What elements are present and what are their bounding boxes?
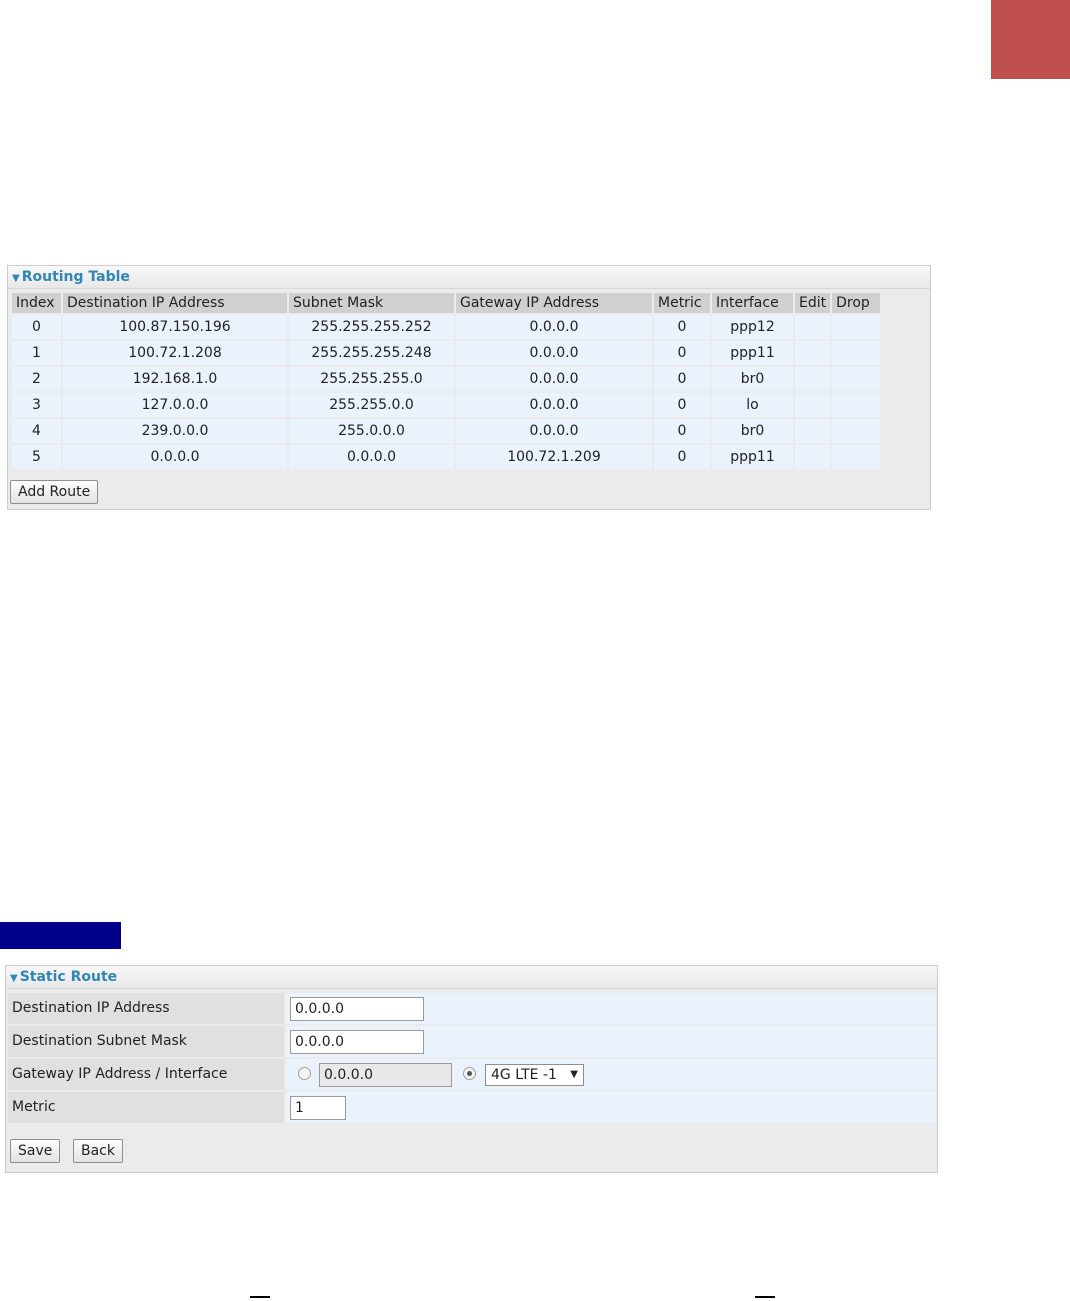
dest-mask-input[interactable]: 0.0.0.0 [290, 1030, 424, 1054]
cell-subnet-mask: 255.255.255.252 [289, 315, 454, 339]
cell-gateway-ip: 0.0.0.0 [456, 419, 652, 443]
static-route-header[interactable]: ▼ Static Route [6, 966, 937, 989]
table-row: 4 239.0.0.0 255.0.0.0 0.0.0.0 0 br0 [12, 419, 881, 443]
cell-destination-ip: 100.72.1.208 [63, 341, 287, 365]
metric-row: Metric 1 [8, 1092, 936, 1123]
table-row: 2 192.168.1.0 255.255.255.0 0.0.0.0 0 br0 [12, 367, 881, 391]
metric-input[interactable]: 1 [290, 1096, 346, 1120]
static-route-title: Static Route [19, 969, 118, 985]
gateway-ip-input[interactable]: 0.0.0.0 [319, 1063, 452, 1087]
static-route-footer: Save Back [6, 1127, 937, 1172]
cell-gateway-ip: 0.0.0.0 [456, 315, 652, 339]
cell-index: 2 [12, 367, 61, 391]
column-header-drop: Drop [832, 293, 881, 313]
column-header-index: Index [12, 293, 61, 313]
cell-metric: 0 [654, 419, 710, 443]
cell-destination-ip: 100.87.150.196 [63, 315, 287, 339]
column-header-metric: Metric [654, 293, 710, 313]
routing-table-footer: Add Route [8, 462, 930, 509]
cell-gateway-ip: 0.0.0.0 [456, 393, 652, 417]
gateway-label: Gateway IP Address / Interface [8, 1059, 284, 1090]
cell-edit[interactable] [795, 393, 831, 417]
gateway-ip-radio[interactable] [298, 1067, 311, 1080]
routing-table-panel: ▼ Routing Table Index Destination IP Addre… [7, 265, 931, 510]
cell-destination-ip: 127.0.0.0 [63, 393, 287, 417]
cell-interface: ppp11 [712, 341, 793, 365]
cell-metric: 0 [654, 341, 710, 365]
dest-ip-row: Destination IP Address 0.0.0.0 [8, 993, 936, 1024]
dest-mask-label: Destination Subnet Mask [8, 1026, 284, 1057]
save-button[interactable]: Save [10, 1139, 61, 1163]
column-header-interface: Interface [712, 293, 793, 313]
collapse-triangle-icon: ▼ [10, 973, 18, 984]
cell-drop[interactable] [832, 315, 881, 339]
column-header-destination-ip: Destination IP Address [63, 293, 287, 313]
cell-subnet-mask: 255.255.255.248 [289, 341, 454, 365]
column-header-edit: Edit [795, 293, 831, 313]
cell-index: 0 [12, 315, 61, 339]
table-row: 1 100.72.1.208 255.255.255.248 0.0.0.0 0 ppp1… [12, 341, 881, 365]
cell-interface: lo [712, 393, 793, 417]
dest-ip-input[interactable]: 0.0.0.0 [290, 997, 424, 1021]
routing-table: Index Destination IP Address Subnet Mask Ga… [10, 291, 882, 471]
cell-metric: 0 [654, 315, 710, 339]
cell-metric: 0 [654, 393, 710, 417]
corner-color-block [991, 0, 1070, 79]
cell-interface: br0 [712, 419, 793, 443]
chevron-down-icon: ▼ [570, 1069, 578, 1080]
footer-mark-right [755, 1296, 775, 1298]
dest-ip-label: Destination IP Address [8, 993, 284, 1024]
footer-mark-left [250, 1296, 270, 1298]
back-button[interactable]: Back [73, 1139, 123, 1163]
interface-select[interactable]: 4G LTE -1 ▼ [485, 1064, 584, 1086]
cell-interface: ppp12 [712, 315, 793, 339]
gateway-row: Gateway IP Address / Interface 0.0.0.0 4… [8, 1059, 936, 1090]
cell-drop[interactable] [832, 367, 881, 391]
cell-subnet-mask: 255.0.0.0 [289, 419, 454, 443]
interface-radio[interactable] [463, 1067, 476, 1080]
cell-drop[interactable] [832, 393, 881, 417]
cell-edit[interactable] [795, 419, 831, 443]
static-route-panel: ▼ Static Route Destination IP Address 0.0… [5, 965, 938, 1173]
cell-index: 4 [12, 419, 61, 443]
cell-metric: 0 [654, 367, 710, 391]
cell-drop[interactable] [832, 419, 881, 443]
cell-destination-ip: 239.0.0.0 [63, 419, 287, 443]
cell-edit[interactable] [795, 367, 831, 391]
section-highlight-bar [0, 922, 121, 949]
cell-edit[interactable] [795, 315, 831, 339]
cell-destination-ip: 192.168.1.0 [63, 367, 287, 391]
cell-drop[interactable] [832, 341, 881, 365]
cell-gateway-ip: 0.0.0.0 [456, 341, 652, 365]
cell-interface: br0 [712, 367, 793, 391]
dest-mask-row: Destination Subnet Mask 0.0.0.0 [8, 1026, 936, 1057]
collapse-triangle-icon: ▼ [12, 273, 20, 284]
cell-index: 3 [12, 393, 61, 417]
metric-label: Metric [8, 1092, 284, 1123]
add-route-button[interactable]: Add Route [10, 480, 99, 504]
routing-table-header[interactable]: ▼ Routing Table [8, 266, 930, 289]
cell-subnet-mask: 255.255.255.0 [289, 367, 454, 391]
cell-gateway-ip: 0.0.0.0 [456, 367, 652, 391]
interface-select-value: 4G LTE -1 [491, 1067, 557, 1083]
cell-index: 1 [12, 341, 61, 365]
routing-table-title: Routing Table [21, 269, 130, 285]
column-header-gateway-ip: Gateway IP Address [456, 293, 652, 313]
table-row: 3 127.0.0.0 255.255.0.0 0.0.0.0 0 lo [12, 393, 881, 417]
cell-subnet-mask: 255.255.0.0 [289, 393, 454, 417]
table-header-row: Index Destination IP Address Subnet Mask Ga… [12, 293, 881, 313]
column-header-subnet-mask: Subnet Mask [289, 293, 454, 313]
cell-edit[interactable] [795, 341, 831, 365]
table-row: 0 100.87.150.196 255.255.255.252 0.0.0.0 0 pp… [12, 315, 881, 339]
